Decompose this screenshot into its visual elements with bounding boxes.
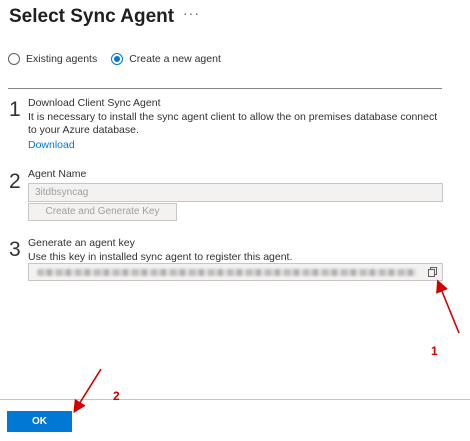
annotation-arrow-1 <box>436 279 460 334</box>
annotation-arrow-2 <box>73 368 102 414</box>
step-3-title: Generate an agent key <box>28 237 135 249</box>
redacted-key <box>37 269 417 276</box>
radio-circle[interactable] <box>8 53 20 65</box>
annotation-label-2: 2 <box>113 389 120 403</box>
footer-divider <box>0 399 470 400</box>
step-1-title: Download Client Sync Agent <box>28 97 161 109</box>
step-1-description: It is necessary to install the sync agen… <box>28 111 438 136</box>
create-new-agent-label: Create a new agent <box>129 53 221 65</box>
download-link[interactable]: Download <box>28 139 75 151</box>
page-title: Select Sync Agent <box>9 6 175 27</box>
copy-icon[interactable] <box>427 266 439 278</box>
existing-agents-radio[interactable]: Existing agents <box>8 53 97 65</box>
step-number-3: 3 <box>9 238 21 261</box>
radio-circle-checked[interactable] <box>111 53 124 65</box>
agent-option-group: Existing agents Create a new agent <box>8 53 235 65</box>
step-number-2: 2 <box>9 170 21 193</box>
agent-key-field[interactable] <box>28 263 443 281</box>
agent-name-input[interactable]: 3itdbsyncag <box>28 183 443 202</box>
ok-button[interactable]: OK <box>7 411 72 432</box>
create-new-agent-radio[interactable]: Create a new agent <box>111 53 221 65</box>
annotation-label-1: 1 <box>431 344 438 358</box>
existing-agents-label: Existing agents <box>26 53 98 65</box>
create-and-generate-key-button[interactable]: Create and Generate Key <box>28 203 177 221</box>
step-number-1: 1 <box>9 98 21 121</box>
more-icon[interactable]: ··· <box>183 5 200 21</box>
divider <box>8 88 442 89</box>
agent-name-label: Agent Name <box>28 168 87 180</box>
